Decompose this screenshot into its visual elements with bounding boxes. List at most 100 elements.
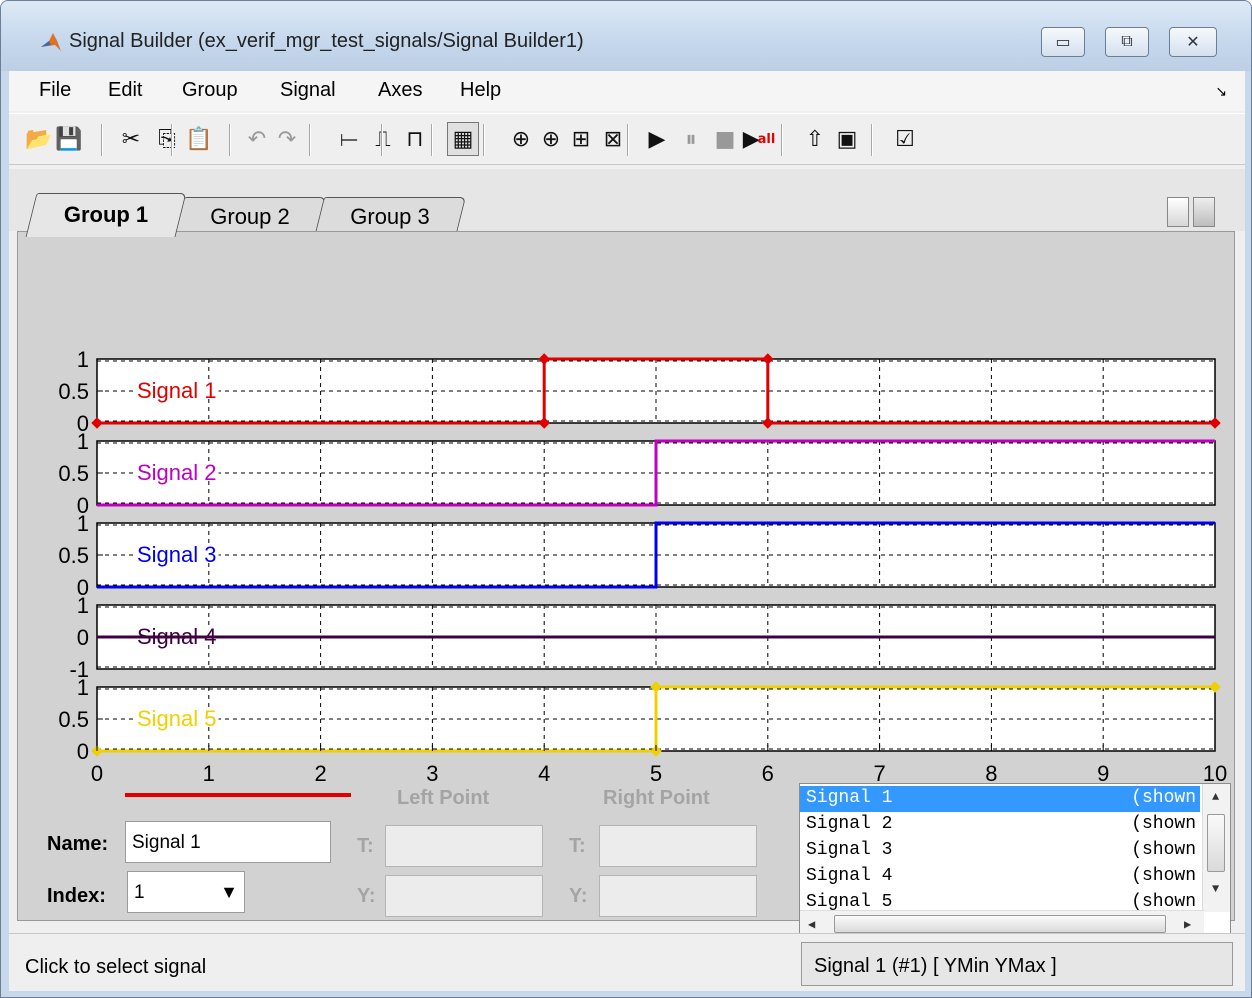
vertical-scrollbar[interactable]: ▲ ▼ [1202, 784, 1230, 912]
series-label-1: Signal 1 [137, 378, 217, 403]
x-tick-label: 3 [426, 761, 438, 786]
menu-file[interactable]: File [39, 79, 71, 102]
right-y-label: Y: [569, 885, 588, 907]
series-label-3: Signal 3 [137, 542, 217, 567]
play-icon[interactable]: ▶ [641, 122, 673, 156]
cut-icon[interactable]: ✂ [115, 122, 147, 156]
right-t-label: T: [569, 835, 586, 857]
chevron-down-icon: ▼ [220, 882, 238, 902]
window-title: Signal Builder (ex_verif_mgr_test_signal… [69, 30, 584, 52]
toolbar: 📂 💾 ✂ ⎘ 📋 ↶ ↷ ⟝ ⎍ ⊓ ▦ ⊕ ⊕ ⊞ ⊠ ▶ ⏸ ■ ▶ all ⇧ ▣ ☑ [9, 113, 1245, 165]
step-signal-icon[interactable]: ⎍ [367, 122, 399, 156]
stop-icon[interactable]: ■ [709, 122, 741, 156]
signal-list-name: Signal 2 [806, 814, 893, 834]
toolbar-separator [229, 124, 231, 156]
paste-icon[interactable]: 📋 [183, 122, 215, 156]
left-t-label: T: [357, 835, 374, 857]
tab-group-1[interactable]: Group 1 [25, 193, 187, 237]
show-block-icon[interactable]: ▣ [831, 122, 863, 156]
x-tick-label: 2 [314, 761, 326, 786]
pause-icon[interactable]: ⏸ [675, 122, 707, 156]
signal-list-item[interactable]: Signal 3 (shown [800, 838, 1200, 864]
toolbar-separator [627, 124, 629, 156]
left-point-t-field[interactable] [385, 825, 543, 867]
open-folder-icon[interactable]: 📂 [23, 122, 55, 156]
pulse-signal-icon[interactable]: ⊓ [399, 122, 431, 156]
toolbar-separator [381, 124, 383, 156]
menu-bar: File Edit Group Signal Axes Help ↘ [9, 71, 1245, 111]
status-message: Click to select signal [25, 956, 207, 978]
copy-icon[interactable]: ⎘ [151, 122, 183, 156]
y-tick-label: 0.5 [58, 461, 89, 486]
signal-name-field[interactable]: Signal 1 [125, 821, 331, 863]
menu-signal[interactable]: Signal [280, 79, 336, 102]
fit-view-icon[interactable]: ⊠ [597, 122, 629, 156]
y-tick-label: 1 [77, 429, 89, 454]
index-select[interactable]: 1 ▼ [127, 871, 245, 913]
constant-signal-icon[interactable]: ⟝ [333, 122, 365, 156]
zoom-y-icon[interactable]: ⊕ [535, 122, 567, 156]
close-button[interactable]: ✕ [1169, 27, 1217, 57]
series-label-2: Signal 2 [137, 460, 217, 485]
x-tick-label: 4 [538, 761, 550, 786]
split-right-button[interactable] [1193, 197, 1215, 227]
toolbar-separator [781, 124, 783, 156]
index-value: 1 [134, 882, 145, 903]
x-tick-label: 6 [762, 761, 774, 786]
zoom-box-icon[interactable]: ⊞ [565, 122, 597, 156]
signal-list-item[interactable]: Signal 2 (shown [800, 812, 1200, 838]
menu-group[interactable]: Group [182, 79, 238, 102]
redo-icon[interactable]: ↷ [271, 122, 303, 156]
left-y-label: Y: [357, 885, 376, 907]
save-icon[interactable]: 💾 [53, 122, 85, 156]
scroll-right-icon[interactable]: ▶ [1184, 917, 1191, 932]
index-label: Index: [47, 885, 106, 907]
right-point-y-field[interactable] [599, 875, 757, 917]
minimize-icon: ▭ [1055, 34, 1071, 51]
tab-strip: Group 1 Group 2 Group 3 [9, 169, 1245, 237]
signal-list-item[interactable]: Signal 4 (shown [800, 864, 1200, 890]
scroll-up-icon[interactable]: ▲ [1212, 790, 1219, 804]
menu-axes[interactable]: Axes [378, 79, 422, 102]
y-tick-label: 1 [77, 593, 89, 618]
left-point-y-field[interactable] [385, 875, 543, 917]
vertical-scroll-thumb[interactable] [1207, 814, 1225, 872]
signal-plots[interactable]: 1 0.5 0 Signal 1 1 0.5 0 Signal 2 1 0.5 0 Signal 3 1… [9, 247, 1245, 787]
y-tick-label: 1 [77, 511, 89, 536]
signal-list-name: Signal 4 [806, 866, 893, 886]
right-point-t-field[interactable] [599, 825, 757, 867]
scroll-down-icon[interactable]: ▼ [1212, 882, 1219, 896]
run-all-badge: all [757, 131, 776, 147]
y-tick-label: 1 [77, 347, 89, 372]
signal-list-name: Signal 1 [806, 788, 893, 808]
up-arrow-icon[interactable]: ⇧ [799, 122, 831, 156]
left-point-label: Left Point [397, 787, 490, 809]
title-bar[interactable]: Signal Builder (ex_verif_mgr_test_signal… [1, 1, 1251, 71]
toolbar-separator [871, 124, 873, 156]
maximize-button[interactable]: ⧉ [1105, 27, 1149, 57]
status-bar: Click to select signal Signal 1 (#1) [ Y… [9, 933, 1245, 991]
menu-help[interactable]: Help [460, 79, 501, 102]
scroll-left-icon[interactable]: ◀ [808, 917, 815, 932]
toolbar-separator [171, 124, 173, 156]
signal-list-state: (shown [1131, 840, 1196, 860]
menu-edit[interactable]: Edit [108, 79, 142, 102]
horizontal-scroll-thumb[interactable] [834, 915, 1166, 933]
grid-toggle-icon[interactable]: ▦ [447, 122, 479, 156]
x-tick-label: 1 [203, 761, 215, 786]
y-tick-label: 0 [77, 625, 89, 650]
minimize-button[interactable]: ▭ [1041, 27, 1085, 57]
verification-icon[interactable]: ☑ [889, 122, 921, 156]
y-tick-label: 1 [77, 675, 89, 700]
split-left-button[interactable] [1167, 197, 1189, 227]
y-tick-label: 0.5 [58, 379, 89, 404]
zoom-x-icon[interactable]: ⊕ [505, 122, 537, 156]
run-all-icon[interactable]: ▶ all [743, 122, 776, 156]
signal-builder-window: Signal Builder (ex_verif_mgr_test_signal… [0, 0, 1252, 998]
signal-listbox[interactable]: Signal 5 (shown Signal 4 (shown Signal 3 (sho… [799, 783, 1231, 939]
signal-list-item[interactable]: Signal 1 (shown [800, 786, 1200, 812]
undo-icon[interactable]: ↶ [241, 122, 273, 156]
x-tick-label: 0 [91, 761, 103, 786]
toolbar-separator [483, 124, 485, 156]
menu-dock-arrow-icon[interactable]: ↘ [1215, 83, 1227, 100]
